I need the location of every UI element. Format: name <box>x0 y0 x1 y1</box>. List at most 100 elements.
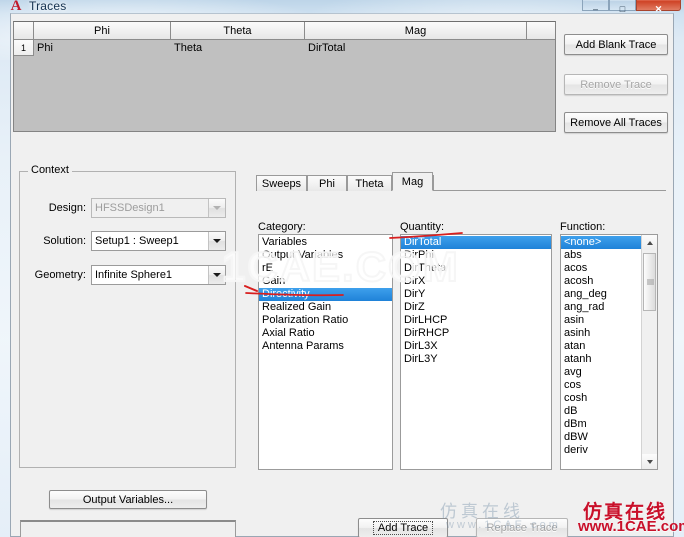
output-variables-label: Output Variables... <box>82 493 174 506</box>
scrollbar-thumb[interactable] <box>643 253 656 311</box>
watermark-url: www.1CAE.com <box>578 518 684 535</box>
function-item[interactable]: ang_deg <box>561 288 641 301</box>
add-blank-trace-button[interactable]: Add Blank Trace <box>564 34 668 55</box>
function-item[interactable]: asinh <box>561 327 641 340</box>
quantity-item[interactable]: DirPhi <box>401 249 551 262</box>
tab-sweeps-label: Sweeps <box>261 177 302 190</box>
remove-trace-button[interactable]: Remove Trace <box>564 74 668 95</box>
quantity-label: Quantity: <box>400 221 445 233</box>
screenshot-root: A Traces – □ ✕ Phi Theta Mag 1 Phi Theta… <box>0 0 684 537</box>
quantity-item[interactable]: DirZ <box>401 301 551 314</box>
tab-strip: Sweeps Phi Theta Mag <box>256 172 666 191</box>
category-item[interactable]: Output Variables <box>259 249 392 262</box>
tab-theta-label: Theta <box>355 177 384 190</box>
function-item[interactable]: deriv <box>561 444 641 457</box>
function-item[interactable]: atanh <box>561 353 641 366</box>
column-header-mag[interactable]: Mag <box>305 22 527 40</box>
window-title: Traces <box>29 0 67 13</box>
chevron-down-icon[interactable] <box>208 232 225 250</box>
function-item[interactable]: dBW <box>561 431 641 444</box>
close-button[interactable]: ✕ <box>636 0 681 14</box>
output-variables-button[interactable]: Output Variables... <box>49 490 207 509</box>
category-item[interactable]: Antenna Params <box>259 340 392 353</box>
function-label: Function: <box>560 221 606 233</box>
quantity-item[interactable]: DirX <box>401 275 551 288</box>
column-header-extra[interactable] <box>527 22 555 40</box>
function-item[interactable]: dBm <box>561 418 641 431</box>
function-item[interactable]: avg <box>561 366 641 379</box>
window-controls: – □ ✕ <box>582 0 681 14</box>
function-item[interactable]: cosh <box>561 392 641 405</box>
scroll-down-icon[interactable] <box>642 454 657 469</box>
category-item[interactable]: Axial Ratio <box>259 327 392 340</box>
quantity-item[interactable]: DirTheta <box>401 262 551 275</box>
tab-theta[interactable]: Theta <box>347 175 392 191</box>
function-item[interactable]: atan <box>561 340 641 353</box>
geometry-label: Geometry: <box>34 269 86 281</box>
remove-all-traces-button[interactable]: Remove All Traces <box>564 112 668 133</box>
quantity-item[interactable]: DirL3X <box>401 340 551 353</box>
quantity-item[interactable]: DirTotal <box>401 236 551 249</box>
context-legend: Context <box>28 164 72 176</box>
category-item[interactable]: Polarization Ratio <box>259 314 392 327</box>
function-item[interactable]: cos <box>561 379 641 392</box>
add-trace-label: Add Trace <box>372 521 434 535</box>
function-item[interactable]: <none> <box>561 236 641 249</box>
remove-trace-label: Remove Trace <box>580 78 652 91</box>
category-listbox[interactable]: Variables Output Variables rE Gain Directivi… <box>258 234 393 470</box>
function-item[interactable]: dB <box>561 405 641 418</box>
design-value: HFSSDesign1 <box>95 202 165 214</box>
category-item[interactable]: Directivity <box>259 288 392 301</box>
traces-table-header: Phi Theta Mag <box>14 22 555 40</box>
geometry-combobox[interactable]: Infinite Sphere1 <box>91 265 226 285</box>
traces-table[interactable]: Phi Theta Mag 1 Phi Theta DirTotal <box>13 21 556 132</box>
tab-strip-filler <box>433 175 443 191</box>
category-item[interactable]: Variables <box>259 236 392 249</box>
remove-all-traces-label: Remove All Traces <box>570 116 662 129</box>
ansoft-a-icon: A <box>10 0 22 13</box>
function-items: <none> abs acos acosh ang_deg ang_rad asin asin… <box>561 236 641 457</box>
chevron-down-icon[interactable] <box>208 199 225 217</box>
cell-theta[interactable]: Theta <box>171 40 305 56</box>
function-item[interactable]: asin <box>561 314 641 327</box>
tab-sweeps[interactable]: Sweeps <box>256 175 307 191</box>
add-trace-button[interactable]: Add Trace <box>358 518 448 537</box>
column-header-theta[interactable]: Theta <box>171 22 305 40</box>
function-item[interactable]: acosh <box>561 275 641 288</box>
add-blank-trace-label: Add Blank Trace <box>575 38 657 51</box>
minimize-button[interactable]: – <box>582 0 609 14</box>
traces-table-empty-body <box>34 57 555 131</box>
quantity-item[interactable]: DirRHCP <box>401 327 551 340</box>
title-bar: A Traces – □ ✕ <box>0 0 684 14</box>
table-corner-header <box>14 22 34 40</box>
chevron-down-icon[interactable] <box>208 266 225 284</box>
quantity-item[interactable]: DirL3Y <box>401 353 551 366</box>
design-combobox[interactable]: HFSSDesign1 <box>91 198 226 218</box>
table-row[interactable]: 1 Phi Theta DirTotal <box>14 40 555 56</box>
maximize-button[interactable]: □ <box>609 0 636 14</box>
category-item[interactable]: rE <box>259 262 392 275</box>
solution-value: Setup1 : Sweep1 <box>95 235 179 247</box>
column-header-phi[interactable]: Phi <box>34 22 171 40</box>
ghost-watermark-url: www.1CAE.com <box>446 519 561 531</box>
design-label: Design: <box>48 202 86 214</box>
quantity-item[interactable]: DirY <box>401 288 551 301</box>
tab-phi[interactable]: Phi <box>307 175 347 191</box>
solution-combobox[interactable]: Setup1 : Sweep1 <box>91 231 226 251</box>
function-item[interactable]: acos <box>561 262 641 275</box>
function-item[interactable]: ang_rad <box>561 301 641 314</box>
category-item[interactable]: Gain <box>259 275 392 288</box>
category-item[interactable]: Realized Gain <box>259 301 392 314</box>
cell-mag[interactable]: DirTotal <box>305 40 527 56</box>
cell-extra[interactable] <box>527 40 555 56</box>
function-listbox[interactable]: <none> abs acos acosh ang_deg ang_rad asin asin… <box>560 234 658 470</box>
function-scrollbar[interactable] <box>641 235 657 469</box>
bottom-status-panel <box>20 520 236 537</box>
tab-mag[interactable]: Mag <box>392 172 433 191</box>
quantity-item[interactable]: DirLHCP <box>401 314 551 327</box>
quantity-listbox[interactable]: DirTotal DirPhi DirTheta DirX DirY DirZ DirLHC… <box>400 234 552 470</box>
scroll-up-icon[interactable] <box>642 235 657 250</box>
quantity-items: DirTotal DirPhi DirTheta DirX DirY DirZ DirLHC… <box>401 236 551 366</box>
function-item[interactable]: abs <box>561 249 641 262</box>
cell-phi[interactable]: Phi <box>34 40 171 56</box>
